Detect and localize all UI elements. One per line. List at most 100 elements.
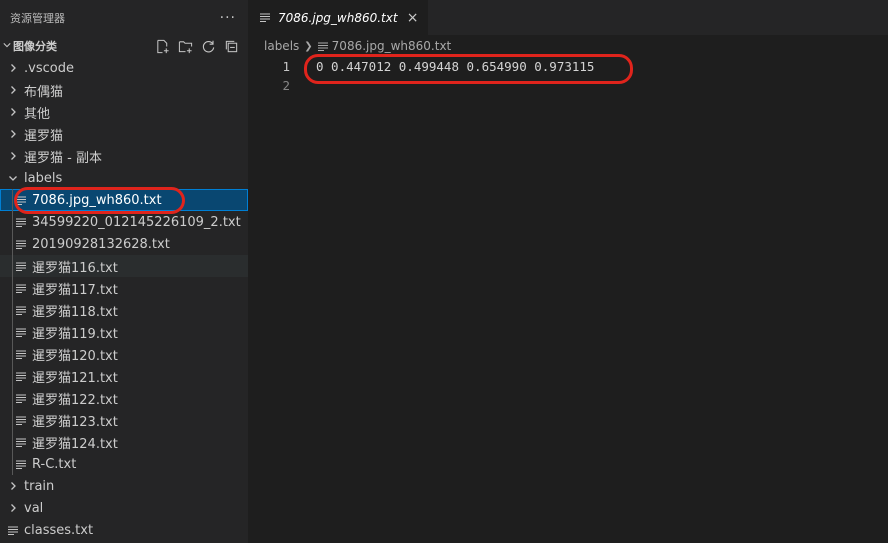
vscode-window: 资源管理器 ··· 图像分类 .vscode 布偶猫 其他 暹罗猫 暹罗猫 - … [0,0,888,543]
close-icon[interactable]: × [406,10,420,26]
chevron-right-icon [6,57,20,79]
indent-guide [12,255,13,277]
text-file-icon [6,519,20,541]
line-number: 1 [282,59,290,74]
tree-folder[interactable]: labels [0,167,248,189]
tree-item-label: labels [24,170,63,186]
line-text[interactable]: 0 0.447012 0.499448 0.654990 0.973115 [316,59,594,74]
tree-file[interactable]: 34599220_012145226109_2.txt [0,211,248,233]
tree-item-label: 20190928132628.txt [32,236,170,252]
chevron-right-icon [6,79,20,101]
indent-guide [12,365,13,387]
explorer-sidebar: 资源管理器 ··· 图像分类 .vscode 布偶猫 其他 暹罗猫 暹罗猫 - … [0,0,248,543]
tree-folder[interactable]: 暹罗猫 [0,123,248,145]
tree-folder[interactable]: .vscode [0,57,248,79]
indent-guide [12,189,13,211]
code-line: 2 [248,76,888,95]
tree-item-label: 暹罗猫117.txt [32,282,118,298]
tree-file[interactable]: classes.txt [0,519,248,541]
tree-folder[interactable]: 其他 [0,101,248,123]
tree-file[interactable]: 暹罗猫117.txt [0,277,248,299]
indent-guide [12,431,13,453]
workspace-title: 图像分类 [13,40,57,53]
text-file-icon [14,189,28,211]
new-file-icon[interactable] [154,38,171,55]
chevron-right-icon [6,101,20,123]
tab-bar: 7086.jpg_wh860.txt × [248,0,888,35]
tree-item-label: 暹罗猫121.txt [32,370,118,386]
collapse-all-icon[interactable] [223,38,240,55]
explorer-title: 资源管理器 [10,11,65,25]
indent-guide [12,233,13,255]
tree-file[interactable]: R-C.txt [0,453,248,475]
chevron-down-icon [2,41,12,52]
tree-file[interactable]: 暹罗猫124.txt [0,431,248,453]
tree-item-label: 暹罗猫120.txt [32,348,118,364]
refresh-icon[interactable] [200,38,217,55]
tree-item-label: train [24,478,55,494]
text-file-icon [260,13,274,22]
tree-file[interactable]: 暹罗猫121.txt [0,365,248,387]
code-line: 1 0 0.447012 0.499448 0.654990 0.973115 [248,57,888,76]
tree-file[interactable]: 暹罗猫120.txt [0,343,248,365]
code-editor[interactable]: 1 0 0.447012 0.499448 0.654990 0.973115 … [248,57,888,95]
indent-guide [12,387,13,409]
tree-folder[interactable]: val [0,497,248,519]
breadcrumb: labels ❯ 7086.jpg_wh860.txt [248,35,888,57]
tree-item-label: 暹罗猫124.txt [32,436,118,452]
chevron-right-icon [6,123,20,145]
more-actions-icon[interactable]: ··· [220,10,236,26]
tree-item-label: 暹罗猫123.txt [32,414,118,430]
tree-item-label: .vscode [24,60,74,76]
tree-file[interactable]: 暹罗猫116.txt [0,255,248,277]
breadcrumb-file[interactable]: 7086.jpg_wh860.txt [332,39,452,53]
workspace-section-header[interactable]: 图像分类 [0,35,248,57]
chevron-right-icon [6,475,20,497]
tree-file[interactable]: 暹罗猫123.txt [0,409,248,431]
chevron-right-icon: ❯ [304,40,313,52]
text-file-icon [14,255,28,277]
tree-item-label: R-C.txt [32,456,77,472]
indent-guide [12,409,13,431]
text-file-icon [14,365,28,387]
text-file-icon [14,343,28,365]
chevron-right-icon [6,497,20,519]
tree-file[interactable]: 7086.jpg_wh860.txt [0,189,248,211]
tree-item-label: classes.txt [24,522,94,538]
text-file-icon [14,233,28,255]
text-file-icon [14,431,28,453]
tree-item-label: 暹罗猫122.txt [32,392,118,408]
tree-item-label: 其他 [24,106,51,122]
tree-file[interactable]: 暹罗猫118.txt [0,299,248,321]
tree-folder[interactable]: 布偶猫 [0,79,248,101]
text-file-icon [14,277,28,299]
text-file-icon [14,453,28,475]
indent-guide [12,453,13,475]
tree-item-label: 暹罗猫119.txt [32,326,118,342]
file-tree: .vscode 布偶猫其他暹罗猫 暹罗猫 - 副本 labels 7086.jpg_wh… [0,57,248,541]
text-file-icon [14,387,28,409]
tree-file[interactable]: 暹罗猫122.txt [0,387,248,409]
tree-item-label: val [24,500,44,516]
text-file-icon [14,321,28,343]
indent-guide [12,343,13,365]
tab-active-file[interactable]: 7086.jpg_wh860.txt × [248,0,429,35]
indent-guide [12,321,13,343]
text-file-icon [14,409,28,431]
tree-folder[interactable]: train [0,475,248,497]
tree-file[interactable]: 暹罗猫119.txt [0,321,248,343]
tree-item-label: 7086.jpg_wh860.txt [32,192,162,208]
text-file-icon [14,211,28,233]
tree-file[interactable]: 20190928132628.txt [0,233,248,255]
tree-folder[interactable]: 暹罗猫 - 副本 [0,145,248,167]
indent-guide [12,277,13,299]
breadcrumb-folder[interactable]: labels [264,39,299,53]
tree-item-label: 暹罗猫 [24,128,64,144]
tree-item-label: 暹罗猫118.txt [32,304,118,320]
new-folder-icon[interactable] [177,38,194,55]
tree-item-label: 布偶猫 [24,84,64,100]
text-file-icon [317,42,332,51]
chevron-right-icon [6,145,20,167]
chevron-down-icon [6,167,20,189]
text-file-icon [14,299,28,321]
